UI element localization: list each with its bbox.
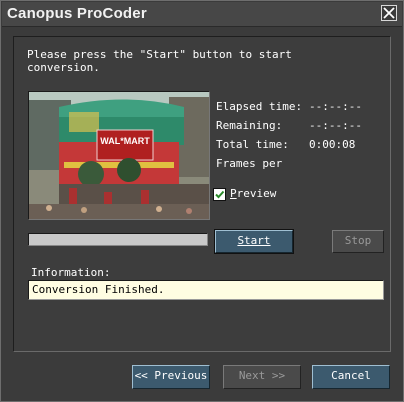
stat-value: --:--:-- xyxy=(309,100,362,113)
information-field: Conversion Finished. xyxy=(28,280,384,300)
video-preview: WAL*MART xyxy=(28,91,210,220)
close-icon xyxy=(383,7,395,19)
close-button[interactable] xyxy=(381,5,397,21)
previous-button[interactable]: << Previous xyxy=(132,365,210,389)
store-sign-text: WAL*MART xyxy=(100,136,150,146)
preview-checkbox-label-mnemonic: P xyxy=(230,187,237,200)
preview-frame: WAL*MART xyxy=(29,92,209,219)
next-button[interactable]: Next >> xyxy=(223,365,301,389)
stop-button-label: Stop xyxy=(344,234,372,247)
stat-label: Frames per xyxy=(216,157,283,170)
preview-checkbox[interactable] xyxy=(213,188,226,201)
next-button-label: Next >> xyxy=(238,369,286,382)
preview-checkbox-label[interactable]: Preview xyxy=(230,187,276,200)
stat-value: 0:00:08 xyxy=(309,138,356,151)
check-icon xyxy=(215,190,225,199)
preview-checkbox-label-rest: review xyxy=(236,187,277,200)
stat-label: Elapsed time: xyxy=(216,100,303,113)
stat-value: --:--:-- xyxy=(309,119,362,132)
progress-fill xyxy=(29,234,207,245)
window-title: Canopus ProCoder xyxy=(7,5,147,22)
procoder-window: Canopus ProCoder Please press the "Start… xyxy=(0,0,404,402)
stat-label: Total time: xyxy=(216,138,289,151)
stop-button[interactable]: Stop xyxy=(332,230,384,253)
previous-button-label: << Previous xyxy=(134,369,208,382)
progress-bar xyxy=(28,233,208,246)
start-button[interactable]: Start xyxy=(214,229,294,254)
stat-label: Remaining: xyxy=(216,119,283,132)
cancel-button[interactable]: Cancel xyxy=(312,365,390,389)
information-label: Information: xyxy=(31,266,111,279)
cancel-button-label: Cancel xyxy=(331,369,371,382)
title-bar[interactable]: Canopus ProCoder xyxy=(2,2,402,27)
instruction-text: Please press the "Start" button to start… xyxy=(27,48,292,74)
start-button-label: Start xyxy=(237,234,271,247)
conversion-panel: Please press the "Start" button to start… xyxy=(13,36,391,352)
